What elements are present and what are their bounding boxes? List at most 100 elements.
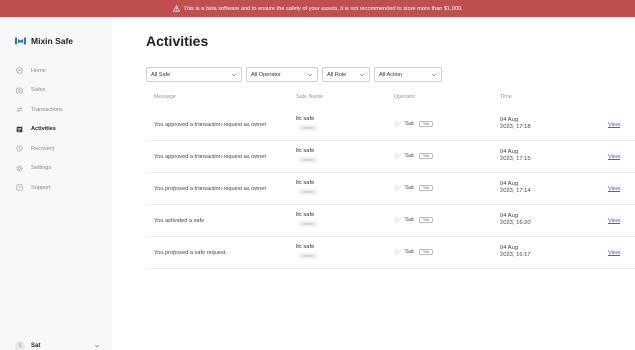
safe-name: ltc safe: [296, 116, 315, 122]
activities-icon: [15, 125, 23, 133]
select-value: All Safe: [151, 71, 171, 78]
sidebar-item-label: Transactions: [31, 106, 63, 113]
row-time: 04 Aug 2023, 16:17: [500, 245, 540, 259]
time-date: 04 Aug: [500, 117, 519, 123]
safe-name: ltc safe: [296, 212, 315, 218]
sidebar-item-label: Settings: [31, 165, 52, 172]
time-clock: 2023, 17:18: [500, 124, 531, 130]
filter-bar: All Safe All Operator All Role All Actio…: [146, 67, 442, 82]
view-link[interactable]: View: [608, 186, 620, 192]
select-value: All Operator: [251, 71, 281, 78]
row-message: You proposed a safe request: [154, 250, 226, 256]
chevron-down-icon: [431, 72, 437, 78]
row-operator: Sat You: [394, 121, 434, 127]
time-date: 04 Aug: [500, 149, 519, 155]
sidebar-item-transactions[interactable]: Transactions: [15, 100, 105, 120]
sidebar-item-settings[interactable]: Settings: [15, 159, 105, 179]
transactions-icon: [15, 106, 23, 114]
role-filter-select[interactable]: All Role: [322, 67, 370, 82]
beta-warning-banner: This is a beta software and to ensure th…: [0, 0, 635, 17]
home-icon: [15, 67, 23, 75]
chevron-down-icon: [231, 72, 237, 78]
time-clock: 2023, 17:14: [500, 188, 531, 194]
row-safe: ltc safe Owner: [296, 148, 318, 163]
row-safe: ltc safe Owner: [296, 212, 318, 227]
operator-name: Sat: [405, 249, 414, 255]
view-link[interactable]: View: [608, 218, 620, 224]
row-safe: ltc safe Owner: [296, 180, 318, 195]
table-row: You proposed a transaction request as ow…: [146, 173, 635, 205]
column-header-time: Time: [500, 94, 512, 100]
table-row: You approved a transaction request as ow…: [146, 141, 635, 173]
sidebar-item-label: Safes: [31, 87, 46, 94]
support-icon: ?: [15, 184, 23, 192]
user-menu[interactable]: S Sat: [15, 341, 100, 350]
role-badge: Owner: [298, 125, 318, 131]
sidebar-item-label: Activities: [31, 126, 56, 133]
table-row: You proposed a safe request ltc safe Own…: [146, 237, 635, 269]
table-row: You activated a safe ltc safe Owner Sat …: [146, 205, 635, 237]
sidebar-item-label: Home: [31, 67, 46, 74]
sidebar-item-label: Recovery: [31, 145, 55, 152]
you-badge: You: [418, 121, 434, 127]
you-badge: You: [418, 249, 434, 255]
operator-avatar: [394, 217, 400, 223]
operator-name: Sat: [405, 217, 414, 223]
safe-name: ltc safe: [296, 244, 315, 250]
time-clock: 2023, 17:15: [500, 156, 531, 162]
main-panel: Activities All Safe All Operator All Rol…: [112, 17, 635, 350]
chevron-down-icon: [307, 72, 313, 78]
action-filter-select[interactable]: All Action: [374, 67, 442, 82]
brand[interactable]: Mixin Safe: [15, 36, 73, 46]
row-time: 04 Aug 2023, 16:20: [500, 213, 540, 227]
column-header-message: Message: [154, 94, 176, 100]
view-link[interactable]: View: [608, 250, 620, 256]
operator-avatar: [394, 249, 400, 255]
sidebar-item-support[interactable]: ? Support: [15, 178, 105, 198]
column-header-operator: Operator: [394, 94, 416, 100]
view-link[interactable]: View: [608, 122, 620, 128]
mixin-logo-icon: [15, 37, 26, 45]
user-name: Sat: [31, 343, 41, 349]
chevron-down-icon: [94, 343, 100, 349]
time-date: 04 Aug: [500, 181, 519, 187]
operator-avatar: [394, 185, 400, 191]
sidebar: Mixin Safe Home Safes Transactions Activ…: [0, 17, 112, 350]
row-message: You proposed a transaction request as ow…: [154, 186, 267, 192]
row-time: 04 Aug 2023, 17:15: [500, 149, 540, 163]
operator-name: Sat: [405, 121, 414, 127]
svg-text:?: ?: [18, 185, 21, 190]
settings-icon: [15, 164, 23, 172]
select-value: All Role: [327, 71, 347, 78]
operator-avatar: [394, 153, 400, 159]
role-badge: Owner: [298, 221, 318, 227]
time-clock: 2023, 16:17: [500, 252, 531, 258]
table-header: Message Safe Name Operator Time: [146, 94, 635, 105]
page-title: Activities: [146, 33, 209, 49]
operator-filter-select[interactable]: All Operator: [246, 67, 318, 82]
app-name: Mixin Safe: [31, 36, 74, 46]
row-operator: Sat You: [394, 249, 434, 255]
row-time: 04 Aug 2023, 17:18: [500, 117, 540, 131]
time-date: 04 Aug: [500, 245, 519, 251]
row-message: You approved a transaction request as ow…: [154, 122, 267, 128]
role-badge: Owner: [298, 189, 318, 195]
view-link[interactable]: View: [608, 154, 620, 160]
operator-name: Sat: [405, 185, 414, 191]
column-header-safe: Safe Name: [296, 94, 323, 100]
sidebar-item-home[interactable]: Home: [15, 61, 105, 81]
row-safe: ltc safe Owner: [296, 116, 318, 131]
sidebar-item-recovery[interactable]: Recovery: [15, 139, 105, 159]
avatar: S: [15, 341, 25, 350]
warning-icon: [172, 5, 180, 13]
safe-icon: [15, 86, 23, 94]
role-badge: Owner: [298, 157, 318, 163]
sidebar-item-safes[interactable]: Safes: [15, 81, 105, 101]
time-date: 04 Aug: [500, 213, 519, 219]
sidebar-item-activities[interactable]: Activities: [15, 120, 105, 140]
row-message: You activated a safe: [154, 218, 205, 224]
you-badge: You: [418, 185, 434, 191]
recovery-icon: [15, 145, 23, 153]
safe-filter-select[interactable]: All Safe: [146, 67, 242, 82]
row-operator: Sat You: [394, 153, 434, 159]
